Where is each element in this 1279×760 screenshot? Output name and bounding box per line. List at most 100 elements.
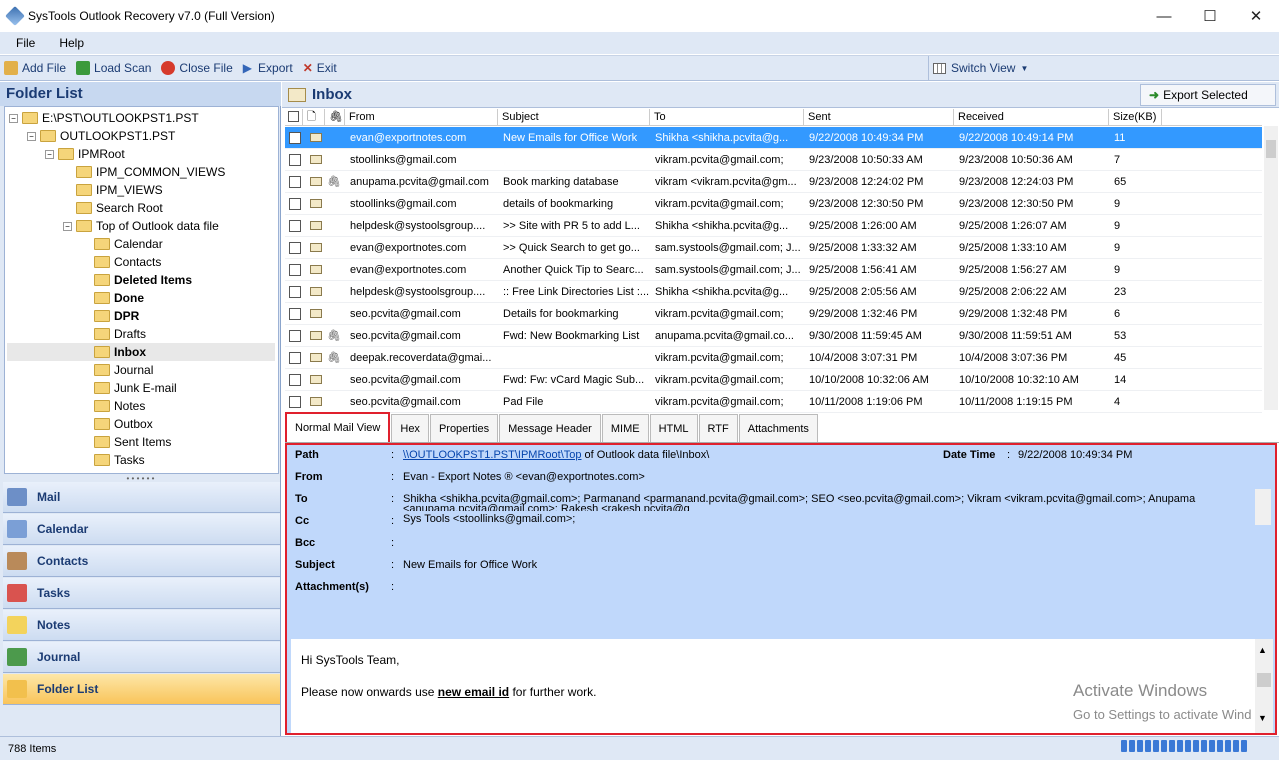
col-sent[interactable]: Sent — [804, 109, 954, 125]
to-value-line2: <anupama.pcvita@gmail.com>; Rakesh <rake… — [403, 503, 690, 511]
tab-message-header[interactable]: Message Header — [499, 414, 601, 442]
tab-rtf[interactable]: RTF — [698, 414, 738, 442]
path-link[interactable]: \\OUTLOOKPST1.PST\IPMRoot\Top — [403, 449, 582, 461]
tab-mime[interactable]: MIME — [601, 414, 649, 442]
table-row[interactable]: seo.pcvita@gmail.com Pad File vikram.pcvit… — [285, 391, 1262, 413]
row-checkbox[interactable] — [289, 329, 301, 342]
row-checkbox[interactable] — [289, 307, 301, 320]
collapse-icon[interactable]: − — [63, 221, 72, 231]
tree-item[interactable]: Contacts — [81, 253, 161, 271]
row-checkbox[interactable] — [289, 285, 301, 298]
folder-icon — [94, 256, 110, 268]
tree-item[interactable]: Tasks — [81, 451, 145, 469]
table-row[interactable]: evan@exportnotes.com Another Quick Tip to… — [285, 259, 1262, 281]
collapse-icon[interactable]: − — [27, 131, 36, 141]
body-scrollbar[interactable]: ▲ ▼ — [1255, 639, 1273, 733]
close-file-button[interactable]: Close File — [161, 61, 233, 75]
table-row[interactable]: helpdesk@systoolsgroup....:: Free Link D… — [285, 281, 1262, 303]
nav-contacts[interactable]: Contacts — [3, 546, 280, 577]
tree-item[interactable]: Search Root — [63, 199, 163, 217]
row-checkbox[interactable] — [289, 153, 301, 166]
row-checkbox[interactable] — [289, 351, 301, 364]
tree-item[interactable]: Notes — [81, 397, 145, 415]
tree-item[interactable]: Outbox — [81, 415, 153, 433]
tree-item[interactable]: Sent Items — [81, 433, 171, 451]
tree-item[interactable]: Drafts — [81, 325, 146, 343]
tree-item[interactable]: Deleted Items — [81, 271, 192, 289]
row-checkbox[interactable] — [289, 219, 301, 232]
export-selected-button[interactable]: ➜ Export Selected — [1140, 84, 1276, 106]
menu-file[interactable]: File — [16, 36, 35, 50]
table-row[interactable]: evan@exportnotes.com >> Quick Search to g… — [285, 237, 1262, 259]
cell-received: 9/29/2008 1:32:48 PM — [959, 307, 1068, 320]
export-button[interactable]: ▶ Export — [243, 61, 293, 75]
table-row[interactable]: stoollinks@gmail.com vikram.pcvita@gmail.… — [285, 149, 1262, 171]
row-checkbox[interactable] — [289, 263, 301, 276]
nav-journal[interactable]: Journal — [3, 642, 280, 673]
load-scan-button[interactable]: Load Scan — [76, 61, 151, 75]
cell-sent: 9/30/2008 11:59:45 AM — [809, 329, 922, 342]
col-size[interactable]: Size(KB) — [1109, 109, 1162, 125]
table-row[interactable]: stoollinks@gmail.com details of bookmarki… — [285, 193, 1262, 215]
menu-help[interactable]: Help — [59, 36, 84, 50]
row-checkbox[interactable] — [289, 175, 301, 188]
row-checkbox[interactable] — [289, 131, 301, 144]
exit-button[interactable]: ✕ Exit — [303, 61, 337, 75]
minimize-button[interactable]: — — [1141, 0, 1187, 32]
table-row[interactable]: evan@exportnotes.com New Emails for Offic… — [285, 127, 1262, 149]
switch-view-button[interactable]: Switch View ▼ — [928, 56, 1278, 80]
maximize-button[interactable]: ☐ — [1187, 0, 1233, 32]
table-row[interactable]: seo.pcvita@gmail.com Details for bookmark… — [285, 303, 1262, 325]
table-row[interactable]: 🖇 seo.pcvita@gmail.com Fwd: New Bookmarkin… — [285, 325, 1262, 347]
add-file-button[interactable]: Add File — [4, 61, 66, 75]
nav-mail[interactable]: Mail — [3, 482, 280, 513]
table-row[interactable]: 🖇 deepak.recoverdata@gmai... vikram.pcvita… — [285, 347, 1262, 369]
tree-item[interactable]: Calendar — [81, 235, 163, 253]
scroll-thumb[interactable] — [1266, 140, 1276, 158]
collapse-icon[interactable]: − — [9, 113, 18, 123]
collapse-icon[interactable]: − — [45, 149, 54, 159]
tree-item[interactable]: IPM_COMMON_VIEWS — [63, 163, 225, 181]
row-checkbox[interactable] — [289, 395, 301, 408]
row-checkbox[interactable] — [289, 373, 301, 386]
grid-scrollbar[interactable] — [1264, 126, 1278, 410]
row-checkbox[interactable] — [289, 241, 301, 254]
table-row[interactable]: seo.pcvita@gmail.com Fwd: Fw: vCard Magic… — [285, 369, 1262, 391]
nav-folder-list[interactable]: Folder List — [3, 674, 280, 705]
tab-html[interactable]: HTML — [649, 414, 698, 442]
tree-item[interactable]: − OUTLOOKPST1.PST — [27, 127, 175, 145]
cell-to: vikram <vikram.pcvita@gm... — [655, 175, 797, 188]
col-received[interactable]: Received — [954, 109, 1109, 125]
tree-item[interactable]: IPM_VIEWS — [63, 181, 163, 199]
tree-item[interactable]: Journal — [81, 361, 153, 379]
tree-item[interactable]: DPR — [81, 307, 139, 325]
table-row[interactable]: 🖇 anupama.pcvita@gmail.com Book marking da… — [285, 171, 1262, 193]
tree-item[interactable]: − E:\PST\OUTLOOKPST1.PST — [9, 109, 199, 127]
row-checkbox[interactable] — [289, 197, 301, 210]
tree-item[interactable]: Done — [81, 289, 144, 307]
tree-item[interactable]: Inbox — [7, 343, 275, 361]
scroll-up-icon[interactable]: ▲ — [1258, 645, 1267, 655]
nav-calendar[interactable]: Calendar — [3, 514, 280, 545]
col-subject[interactable]: Subject — [498, 109, 650, 125]
close-window-button[interactable]: ✕ — [1233, 0, 1279, 32]
body-scroll-thumb[interactable] — [1257, 673, 1271, 687]
col-from[interactable]: From — [345, 109, 498, 125]
nav-tasks[interactable]: Tasks — [3, 578, 280, 609]
col-to[interactable]: To — [650, 109, 804, 125]
tree-item[interactable]: − Top of Outlook data file — [63, 217, 219, 235]
tree-item[interactable]: − IPMRoot — [45, 145, 125, 163]
datetime-colon: : — [1007, 449, 1011, 461]
tab-hex[interactable]: Hex — [391, 414, 429, 442]
tree-item[interactable]: Junk E-mail — [81, 379, 177, 397]
table-row[interactable]: helpdesk@systoolsgroup.... >> Site with P… — [285, 215, 1262, 237]
header-checkbox-col[interactable] — [285, 109, 303, 125]
nav-notes[interactable]: Notes — [3, 610, 280, 641]
scroll-down-icon[interactable]: ▼ — [1258, 713, 1267, 723]
tab-normal-mail-view[interactable]: Normal Mail View — [285, 412, 391, 442]
folder-icon — [94, 346, 110, 358]
tab-attachments[interactable]: Attachments — [738, 414, 818, 442]
splitter-grip[interactable]: • • • • • • — [0, 474, 281, 483]
tab-properties[interactable]: Properties — [429, 414, 499, 442]
to-scrollbar[interactable] — [1255, 489, 1271, 525]
